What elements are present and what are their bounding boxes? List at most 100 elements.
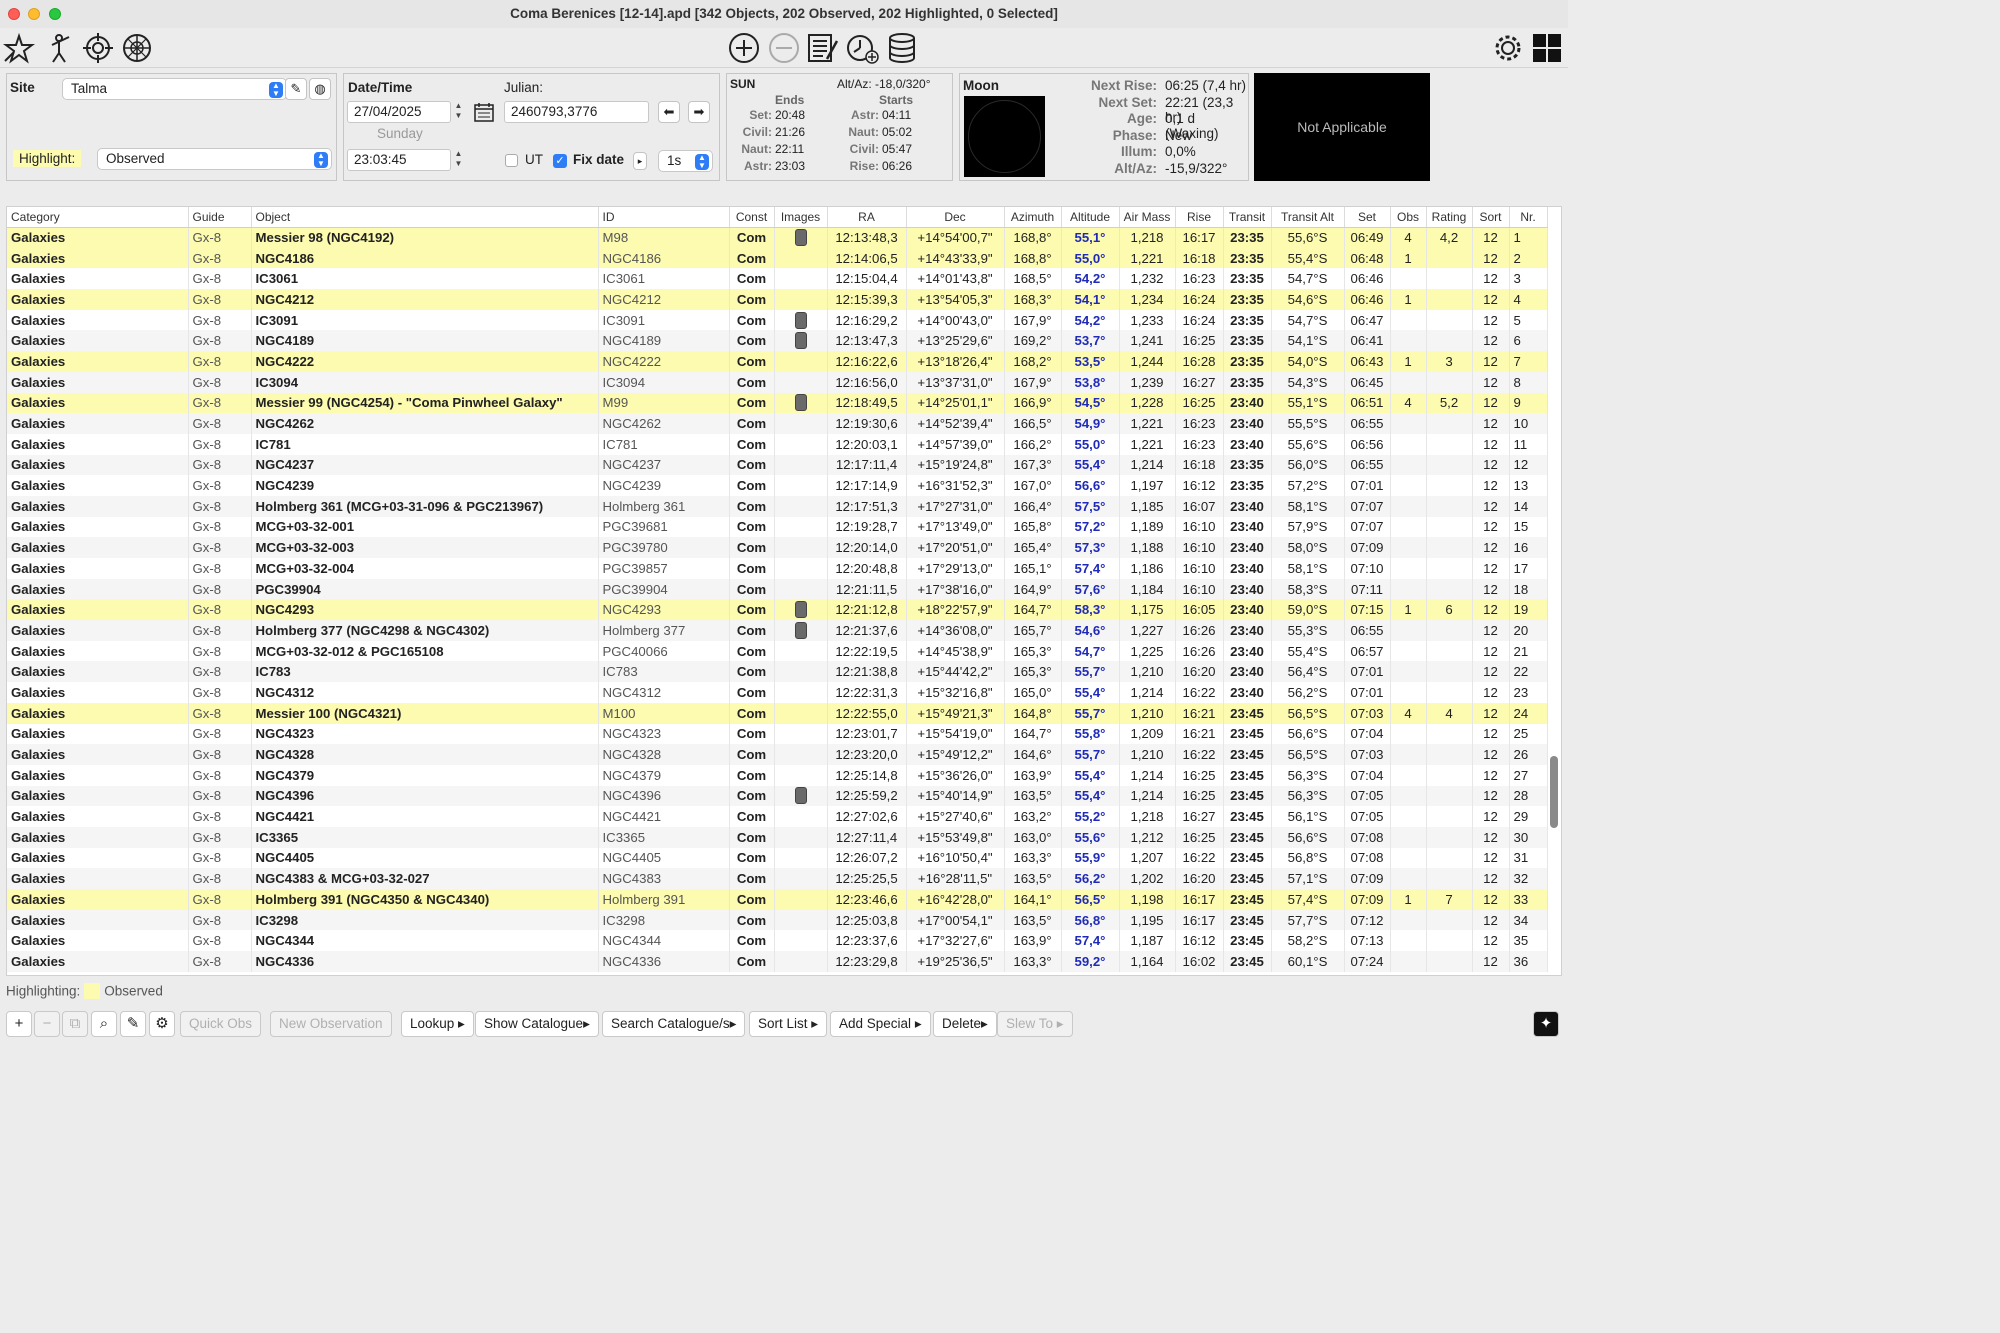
column-header[interactable]: Const [729, 207, 775, 228]
add-icon[interactable]: + [6, 1011, 32, 1037]
crosshair-icon[interactable] [81, 31, 115, 65]
table-row[interactable]: Galaxies Gx-8 NGC4336 NGC4336 Com 12:23:29,8 +… [7, 951, 1548, 972]
table-row[interactable]: Galaxies Gx-8 Messier 100 (NGC4321) M100 Com… [7, 702, 1548, 724]
ut-checkbox[interactable] [505, 154, 518, 167]
column-header[interactable]: Object [251, 207, 599, 228]
table-row[interactable]: Galaxies Gx-8 NGC4405 NGC4405 Com 12:26:07,2 +… [7, 847, 1548, 869]
table-row[interactable]: Galaxies Gx-8 MCG+03-32-004 PGC39857 Com 12:2… [7, 558, 1548, 579]
table-row[interactable]: Galaxies Gx-8 NGC4293 NGC4293 Com 12:21:12,8 +… [7, 599, 1548, 621]
search-catalogues-button[interactable]: Search Catalogue/s▸ [602, 1011, 746, 1037]
table-row[interactable]: Galaxies Gx-8 Messier 99 (NGC4254) - "Coma… [7, 392, 1548, 414]
table-row[interactable]: Galaxies Gx-8 NGC4237 NGC4237 Com 12:17:11,4 +… [7, 454, 1548, 476]
site-select[interactable]: Talma ▲ ▼ [62, 78, 287, 100]
table-row[interactable]: Galaxies Gx-8 Holmberg 377 (NGC4298 & NGC4… [7, 620, 1548, 641]
table-row[interactable]: Galaxies Gx-8 IC3298 IC3298 Com 12:25:03,8 +17… [7, 909, 1548, 931]
date-stepper[interactable]: ▲ ▼ [453, 101, 464, 123]
table-row[interactable]: Galaxies Gx-8 Messier 98 (NGC4192) M98 Com 12… [7, 227, 1548, 248]
star-icon[interactable] [2, 31, 36, 65]
table-row[interactable]: Galaxies Gx-8 NGC4239 NGC4239 Com 12:17:14,9 +… [7, 475, 1548, 496]
column-header[interactable]: Obs [1390, 207, 1427, 228]
column-header[interactable]: RA [827, 207, 907, 228]
observer-icon[interactable] [42, 31, 76, 65]
column-header[interactable]: Rating [1426, 207, 1473, 228]
table-row[interactable]: Galaxies Gx-8 NGC4379 NGC4379 Com 12:25:14,8 +… [7, 764, 1548, 786]
table-row[interactable]: Galaxies Gx-8 IC783 IC783 Com 12:21:38,8 +15°4… [7, 661, 1548, 683]
column-header[interactable]: Category [7, 207, 189, 228]
date-field[interactable]: 27/04/2025 [347, 101, 451, 123]
gear-icon[interactable]: ⚙ [149, 1011, 175, 1037]
table-row[interactable]: Galaxies Gx-8 NGC4396 NGC4396 Com 12:25:59,2 +… [7, 785, 1548, 807]
notes-icon[interactable] [805, 31, 839, 65]
table-row[interactable]: Galaxies Gx-8 Holmberg 391 (NGC4350 & NGC4… [7, 889, 1548, 910]
lookup-button[interactable]: Lookup ▸ [401, 1011, 474, 1037]
column-header[interactable]: Altitude [1061, 207, 1120, 228]
sort-list-button[interactable]: Sort List ▸ [749, 1011, 828, 1037]
image-icon[interactable] [794, 787, 807, 805]
delete-button[interactable]: Delete▸ [933, 1011, 997, 1037]
time-stepper[interactable]: ▲ ▼ [453, 149, 464, 171]
table-row[interactable]: Galaxies Gx-8 PGC39904 PGC39904 Com 12:21:11,… [7, 578, 1548, 600]
image-icon[interactable] [794, 229, 807, 247]
table-row[interactable]: Galaxies Gx-8 NGC4421 NGC4421 Com 12:27:02,6 +… [7, 806, 1548, 827]
table-row[interactable]: Galaxies Gx-8 NGC4186 NGC4186 Com 12:14:06,5 +… [7, 247, 1548, 269]
table-row[interactable]: Galaxies Gx-8 NGC4312 NGC4312 Com 12:22:31,3 +… [7, 682, 1548, 703]
column-header[interactable]: Sort [1472, 207, 1510, 228]
table-row[interactable]: Galaxies Gx-8 MCG+03-32-001 PGC39681 Com 12:1… [7, 516, 1548, 538]
table-row[interactable]: Galaxies Gx-8 IC3094 IC3094 Com 12:16:56,0 +13… [7, 371, 1548, 393]
table-row[interactable]: Galaxies Gx-8 NGC4344 NGC4344 Com 12:23:37,6 +… [7, 930, 1548, 952]
column-header[interactable]: Set [1344, 207, 1391, 228]
pencil-icon[interactable]: ✎ [285, 78, 307, 100]
table-row[interactable]: Galaxies Gx-8 Holmberg 361 (MCG+03-31-096 … [7, 495, 1548, 517]
column-header[interactable]: Rise [1175, 207, 1224, 228]
show-catalogue-button[interactable]: Show Catalogue▸ [475, 1011, 599, 1037]
arrow-left-icon[interactable]: ⬅ [658, 101, 680, 123]
table-row[interactable]: Galaxies Gx-8 MCG+03-32-012 & PGC165108 PGC… [7, 640, 1548, 662]
pencil-icon[interactable]: ✎ [120, 1011, 146, 1037]
database-icon[interactable] [885, 31, 919, 65]
table-row[interactable]: Galaxies Gx-8 NGC4189 NGC4189 Com 12:13:47,3 +… [7, 330, 1548, 352]
table-row[interactable]: Galaxies Gx-8 IC3091 IC3091 Com 12:16:29,2 +14… [7, 309, 1548, 331]
table-row[interactable]: Galaxies Gx-8 NGC4262 NGC4262 Com 12:19:30,6 +… [7, 413, 1548, 434]
column-header[interactable]: Transit Alt [1271, 207, 1345, 228]
time-field[interactable]: 23:03:45 [347, 149, 451, 171]
table-row[interactable]: Galaxies Gx-8 IC3061 IC3061 Com 12:15:04,4 +14… [7, 268, 1548, 290]
column-header[interactable]: Transit [1223, 207, 1272, 228]
windows-icon[interactable] [1530, 31, 1564, 65]
calendar-icon[interactable] [473, 101, 495, 123]
arrow-right-icon[interactable]: ➡ [688, 101, 710, 123]
column-header[interactable]: Guide [188, 207, 252, 228]
table-row[interactable]: Galaxies Gx-8 NGC4383 & MCG+03-32-027 NGC43… [7, 868, 1548, 889]
image-icon[interactable] [794, 311, 807, 329]
table-scrollbar[interactable] [1550, 756, 1558, 828]
table-row[interactable]: Galaxies Gx-8 IC3365 IC3365 Com 12:27:11,4 +15… [7, 826, 1548, 848]
plus-circle-icon[interactable] [727, 31, 761, 65]
add-special-button[interactable]: Add Special ▸ [830, 1011, 931, 1037]
globe-icon[interactable]: ◍ [309, 78, 331, 100]
column-header[interactable]: Images [774, 207, 828, 228]
column-header[interactable]: Azimuth [1004, 207, 1062, 228]
column-header[interactable]: ID [598, 207, 730, 228]
column-header[interactable]: Dec [906, 207, 1005, 228]
table-row[interactable]: Galaxies Gx-8 IC781 IC781 Com 12:20:03,1 +14°5… [7, 433, 1548, 455]
search-icon[interactable]: ⌕ [91, 1011, 117, 1037]
table-row[interactable]: Galaxies Gx-8 NGC4323 NGC4323 Com 12:23:01,7 +… [7, 723, 1548, 745]
table-row[interactable]: Galaxies Gx-8 NGC4222 NGC4222 Com 12:16:22,6 +… [7, 351, 1548, 372]
step-select[interactable]: 1s ▲ ▼ [658, 150, 713, 172]
image-icon[interactable] [794, 332, 807, 350]
table-row[interactable]: Galaxies Gx-8 NGC4328 NGC4328 Com 12:23:20,0 +… [7, 744, 1548, 765]
image-icon[interactable] [794, 394, 807, 412]
clock-add-icon[interactable] [845, 31, 879, 65]
table-row[interactable]: Galaxies Gx-8 MCG+03-32-003 PGC39780 Com 12:2… [7, 537, 1548, 558]
compass-icon[interactable] [120, 31, 154, 65]
column-header[interactable]: Air Mass [1119, 207, 1176, 228]
table-row[interactable]: Galaxies Gx-8 NGC4212 NGC4212 Com 12:15:39,3 +… [7, 289, 1548, 310]
julian-field[interactable]: 2460793,3776 [504, 101, 649, 123]
gear-icon[interactable] [1491, 31, 1525, 65]
fixdate-checkbox[interactable]: ✓ [553, 154, 567, 168]
play-icon[interactable]: ▸ [633, 152, 647, 170]
image-icon[interactable] [794, 601, 807, 619]
column-header[interactable]: Nr. [1509, 207, 1548, 228]
highlight-select[interactable]: Observed ▲ ▼ [97, 148, 332, 170]
sky-view-icon[interactable]: ✦ [1533, 1011, 1559, 1037]
image-icon[interactable] [794, 621, 807, 639]
